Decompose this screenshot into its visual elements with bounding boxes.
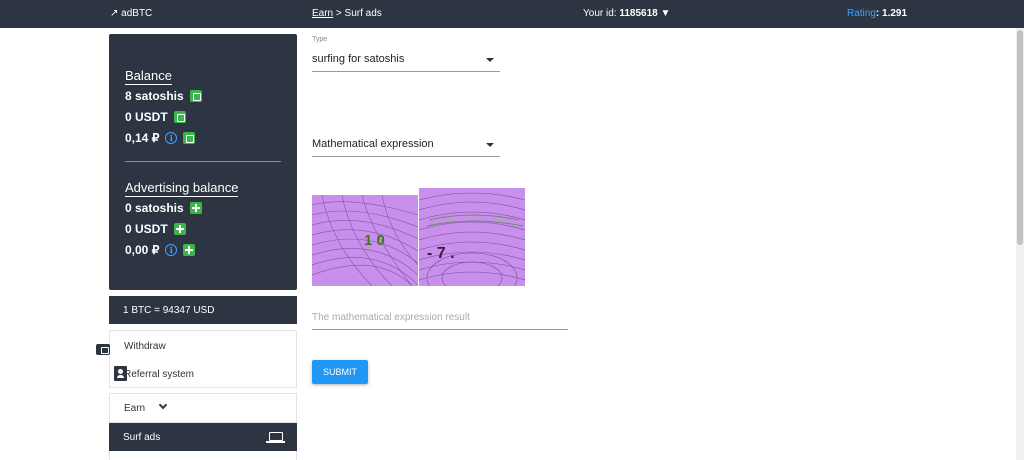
menu-withdraw[interactable]: Withdraw bbox=[124, 341, 166, 352]
rating: Rating: 1.291 bbox=[847, 8, 907, 19]
plus-icon[interactable] bbox=[173, 223, 186, 235]
wallet-icon[interactable] bbox=[96, 344, 110, 355]
caret-down-icon bbox=[486, 143, 494, 147]
type-label: Type bbox=[312, 36, 328, 43]
adv-usdt: 0 USDT bbox=[125, 222, 168, 236]
captcha-image-left: 1 0 bbox=[312, 195, 418, 286]
adv-usdt-row: 0 USDT bbox=[125, 222, 186, 236]
balance-card: Balance 8 satoshis 0 USDT 0,14 ₽ i Adver… bbox=[109, 34, 297, 290]
menu-surf-ads-label: Surf ads bbox=[123, 432, 161, 443]
expression-result-input[interactable] bbox=[312, 306, 568, 330]
info-icon[interactable]: i bbox=[165, 132, 178, 144]
balance-usdt: 0 USDT bbox=[125, 110, 168, 124]
balance-rub-row: 0,14 ₽ i bbox=[125, 131, 196, 145]
plus-icon[interactable] bbox=[189, 202, 202, 214]
captcha-noise-left: 1 0 bbox=[312, 195, 418, 286]
scrollbar[interactable] bbox=[1016, 28, 1024, 460]
balance-satoshis: 8 satoshis bbox=[125, 89, 184, 103]
wallet-icon[interactable] bbox=[173, 111, 186, 123]
captcha-glyph-right: - 7 . bbox=[427, 245, 455, 262]
scrollbar-thumb[interactable] bbox=[1017, 30, 1023, 245]
rating-value: : 1.291 bbox=[875, 8, 908, 19]
breadcrumb-current: Surf ads bbox=[344, 8, 382, 19]
captcha-image-right: - 7 . bbox=[419, 188, 525, 286]
expression-select[interactable]: Mathematical expression bbox=[312, 135, 500, 157]
captcha-glyph-left: 1 0 bbox=[364, 232, 385, 249]
laptop-icon bbox=[266, 432, 285, 443]
menu-earn-label: Earn bbox=[124, 403, 146, 414]
user-id-label: Your id: bbox=[583, 8, 620, 19]
menu-surf-ads[interactable]: Surf ads bbox=[109, 423, 297, 451]
rating-label[interactable]: Rating bbox=[847, 8, 876, 19]
balance-usdt-row: 0 USDT bbox=[125, 110, 186, 124]
menu-referral[interactable]: Referral system bbox=[124, 369, 194, 380]
breadcrumb: Earn > Surf ads bbox=[312, 8, 382, 19]
type-select-value: surfing for satoshis bbox=[312, 53, 405, 65]
account-menu: Withdraw Referral system bbox=[96, 330, 297, 388]
wallet-icon[interactable] bbox=[189, 90, 202, 102]
expression-select-value: Mathematical expression bbox=[312, 138, 434, 150]
plus-icon[interactable] bbox=[183, 244, 196, 256]
adv-satoshis-row: 0 satoshis bbox=[125, 201, 202, 215]
caret-down-icon: ▼ bbox=[660, 8, 671, 19]
divider bbox=[125, 161, 281, 162]
chevron-down-icon bbox=[158, 400, 168, 410]
caret-down-icon bbox=[486, 58, 494, 62]
wallet-icon[interactable] bbox=[183, 132, 196, 144]
menu-continuation bbox=[109, 451, 297, 460]
info-icon[interactable]: i bbox=[165, 244, 178, 256]
breadcrumb-separator: > bbox=[333, 8, 345, 19]
site-logo[interactable]: ↗ adBTC bbox=[110, 8, 152, 19]
balance-rub: 0,14 ₽ bbox=[125, 131, 160, 145]
btc-rate: 1 BTC = 94347 USD bbox=[109, 296, 297, 324]
balance-title: Balance bbox=[125, 68, 172, 85]
captcha-noise-right: - 7 . bbox=[419, 188, 525, 286]
contact-icon[interactable] bbox=[114, 366, 128, 381]
submit-button[interactable]: SUBMIT bbox=[312, 360, 368, 384]
balance-satoshis-row: 8 satoshis bbox=[125, 89, 202, 103]
adv-rub-row: 0,00 ₽ i bbox=[125, 243, 196, 257]
top-navbar: ↗ adBTC Earn > Surf ads Your id: 1185618… bbox=[0, 0, 1024, 28]
user-id-value: 1185618 bbox=[619, 8, 658, 19]
adv-satoshis: 0 satoshis bbox=[125, 201, 184, 215]
breadcrumb-earn-link[interactable]: Earn bbox=[312, 8, 333, 19]
menu-earn-toggle[interactable]: Earn bbox=[109, 393, 297, 423]
adv-rub: 0,00 ₽ bbox=[125, 243, 160, 257]
user-id-dropdown[interactable]: Your id: 1185618 ▼ bbox=[583, 8, 670, 19]
advertising-balance-title: Advertising balance bbox=[125, 180, 239, 197]
type-select[interactable]: surfing for satoshis bbox=[312, 50, 500, 72]
